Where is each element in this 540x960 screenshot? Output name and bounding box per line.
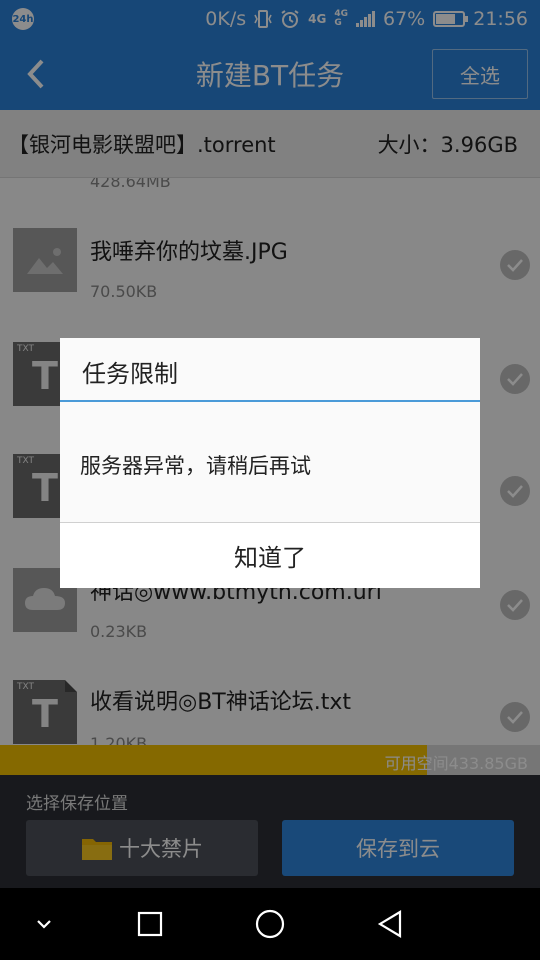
circle-icon — [255, 909, 285, 939]
system-nav-bar — [0, 888, 540, 960]
dialog-title: 任务限制 — [82, 360, 178, 388]
nav-home-button[interactable] — [252, 906, 288, 942]
dialog-divider — [60, 400, 480, 402]
task-limit-dialog: 任务限制 服务器异常，请稍后再试 知道了 — [60, 338, 480, 588]
triangle-back-icon — [377, 910, 402, 938]
nav-recents-button[interactable] — [132, 906, 168, 942]
dialog-message: 服务器异常，请稍后再试 — [80, 454, 311, 478]
nav-hide-button[interactable] — [26, 906, 62, 942]
square-icon — [137, 911, 163, 937]
dialog-ok-button[interactable]: 知道了 — [60, 523, 480, 588]
chevron-down-icon — [37, 920, 51, 929]
nav-back-button[interactable] — [372, 906, 408, 942]
